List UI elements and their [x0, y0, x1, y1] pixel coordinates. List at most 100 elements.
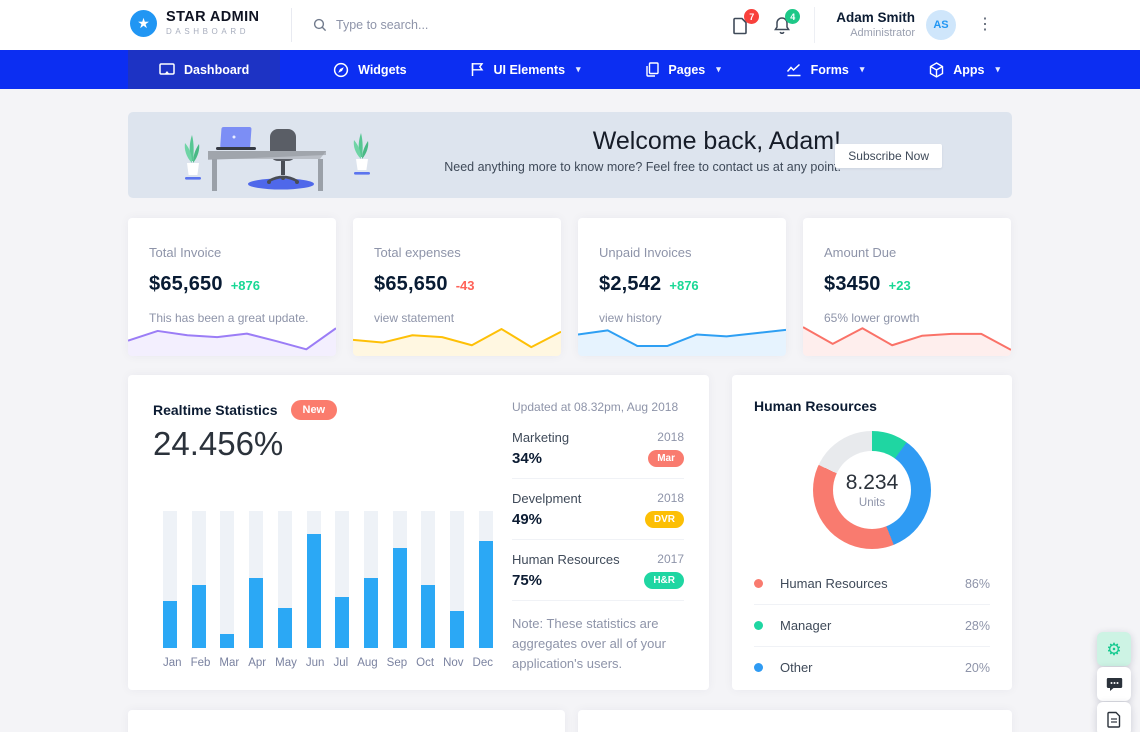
bar-month-label: Jul [333, 657, 348, 669]
sparkline-chart [128, 322, 336, 356]
realtime-side-panel: Updated at 08.32pm, Aug 2018 Marketing 3… [512, 400, 684, 674]
bottom-card-right [578, 710, 1012, 732]
stat-card-unpaid-invoices[interactable]: Unpaid Invoices $2,542 +876 view history [578, 218, 786, 356]
stat-card-total-expenses[interactable]: Total expenses $65,650 -43 view statemen… [353, 218, 561, 356]
tag-badge: DVR [645, 511, 684, 528]
document-button[interactable] [1097, 702, 1131, 732]
nav-item-dashboard[interactable]: Dashboard [128, 50, 280, 89]
chat-button[interactable] [1097, 667, 1131, 701]
notifications-count-badge: 4 [785, 9, 800, 24]
realtime-statistics-card: Realtime Statistics New 24.456% JanFebMa… [128, 375, 709, 690]
bar [220, 511, 234, 648]
search-bar [291, 8, 486, 42]
floating-action-stack: ⚙ [1097, 632, 1131, 732]
welcome-subtitle: Need anything more to know more? Feel fr… [444, 160, 841, 174]
settings-button[interactable]: ⚙ [1097, 632, 1131, 666]
stat-card-amount-due[interactable]: Amount Due $3450 +23 65% lower growth [803, 218, 1011, 356]
new-badge: New [291, 400, 338, 420]
chat-icon [1106, 677, 1123, 692]
realtime-note: Note: These statistics are aggregates ov… [512, 614, 684, 674]
chevron-down-icon: ▾ [576, 64, 581, 75]
legend-row-human-resources: Human Resources 86% [754, 563, 990, 605]
welcome-title: Welcome back, Adam! [444, 127, 841, 156]
chevron-down-icon: ▾ [995, 64, 1000, 75]
nav-item-widgets[interactable]: Widgets [321, 50, 419, 89]
bar-month-label: Apr [248, 657, 266, 669]
bar-month-label: Aug [357, 657, 377, 669]
brand-logo-block[interactable]: ★ STAR ADMIN DASHBOARD [130, 10, 259, 37]
chevron-down-icon: ▾ [716, 64, 721, 75]
bar [421, 511, 435, 648]
nav-item-apps[interactable]: Apps ▾ [917, 50, 1012, 89]
nav-item-forms[interactable]: Forms ▾ [774, 50, 877, 89]
stat-cards-row: Total Invoice $65,650 +876 This has been… [128, 218, 1012, 356]
user-menu[interactable]: Adam Smith Administrator AS [836, 10, 956, 40]
bar-month-label: Mar [219, 657, 239, 669]
avatar: AS [926, 10, 956, 40]
legend-row-other: Other 20% [754, 647, 990, 688]
stat-card-total-invoice[interactable]: Total Invoice $65,650 +876 This has been… [128, 218, 336, 356]
bar [393, 511, 407, 648]
sparkline-chart [353, 322, 561, 356]
top-header: ★ STAR ADMIN DASHBOARD 7 [0, 0, 1140, 50]
stat-delta: +876 [669, 278, 698, 293]
dashboard-page: ★ STAR ADMIN DASHBOARD 7 [0, 0, 1140, 732]
updated-at-text: Updated at 08.32pm, Aug 2018 [512, 400, 684, 414]
bar [278, 511, 292, 648]
human-resources-card: Human Resources 8.234 Units Human Resour… [732, 375, 1012, 690]
legend-dot [754, 663, 763, 672]
nav-item-pages[interactable]: Pages ▾ [633, 50, 732, 89]
bar [249, 511, 263, 648]
bar [307, 511, 321, 648]
legend-row-manager: Manager 28% [754, 605, 990, 647]
bottom-cards-row [128, 710, 1012, 732]
bottom-card-left [128, 710, 565, 732]
donut-center-label: Units [859, 497, 885, 509]
welcome-banner: Welcome back, Adam! Need anything more t… [128, 112, 1012, 198]
header-divider [814, 7, 815, 43]
messages-count-badge: 7 [744, 9, 759, 24]
search-input[interactable] [336, 18, 486, 32]
realtime-row-marketing: Marketing 34% 2018 Mar [512, 418, 684, 479]
brand-subtitle: DASHBOARD [166, 28, 259, 37]
bar-chart-labels: JanFebMarAprMayJunJulAugSepOctNovDec [163, 657, 493, 669]
bar [335, 511, 349, 648]
tag-badge: Mar [648, 450, 684, 467]
legend-dot [754, 621, 763, 630]
pages-icon [645, 62, 659, 77]
hr-title: Human Resources [754, 398, 990, 414]
bar-month-label: Jan [163, 657, 182, 669]
messages-button[interactable]: 7 [732, 15, 752, 35]
stat-title: Amount Due [824, 245, 990, 260]
bar [450, 511, 464, 648]
hr-donut-chart: 8.234 Units [813, 431, 931, 549]
notifications-button[interactable]: 4 [773, 15, 793, 35]
tag-badge: H&R [644, 572, 684, 589]
gear-icon: ⚙ [1106, 641, 1121, 658]
legend-dot [754, 579, 763, 588]
desk-illustration [178, 121, 393, 193]
file-text-icon [1107, 711, 1121, 728]
realtime-bar-chart: JanFebMarAprMayJunJulAugSepOctNovDec [163, 511, 493, 669]
bar-month-label: Sep [387, 657, 407, 669]
nav-item-ui-elements[interactable]: UI Elements ▾ [459, 50, 592, 89]
bar-month-label: Jun [306, 657, 325, 669]
subscribe-now-button[interactable]: Subscribe Now [835, 144, 942, 168]
chevron-down-icon: ▾ [860, 64, 865, 75]
realtime-row-development: Develpment 49% 2018 DVR [512, 479, 684, 540]
bar [163, 511, 177, 648]
stat-value: $65,650 [374, 273, 448, 296]
bar [479, 511, 493, 648]
monitor-icon [159, 63, 175, 77]
bar-month-label: Feb [191, 657, 211, 669]
kebab-menu-icon[interactable]: ⋮ [977, 17, 993, 33]
realtime-title: Realtime Statistics [153, 402, 278, 418]
stat-delta: +23 [889, 278, 911, 293]
stat-delta: -43 [456, 278, 475, 293]
main-nav: Dashboard Widgets UI Elements ▾ [0, 50, 1140, 89]
user-name: Adam Smith [836, 10, 915, 26]
cube-icon [929, 62, 944, 78]
bar [364, 511, 378, 648]
hr-legend: Human Resources 86% Manager 28% Other 20… [754, 563, 990, 688]
header-right-cluster: 7 4 Adam Smith Administrator AS ⋮ [732, 0, 993, 50]
